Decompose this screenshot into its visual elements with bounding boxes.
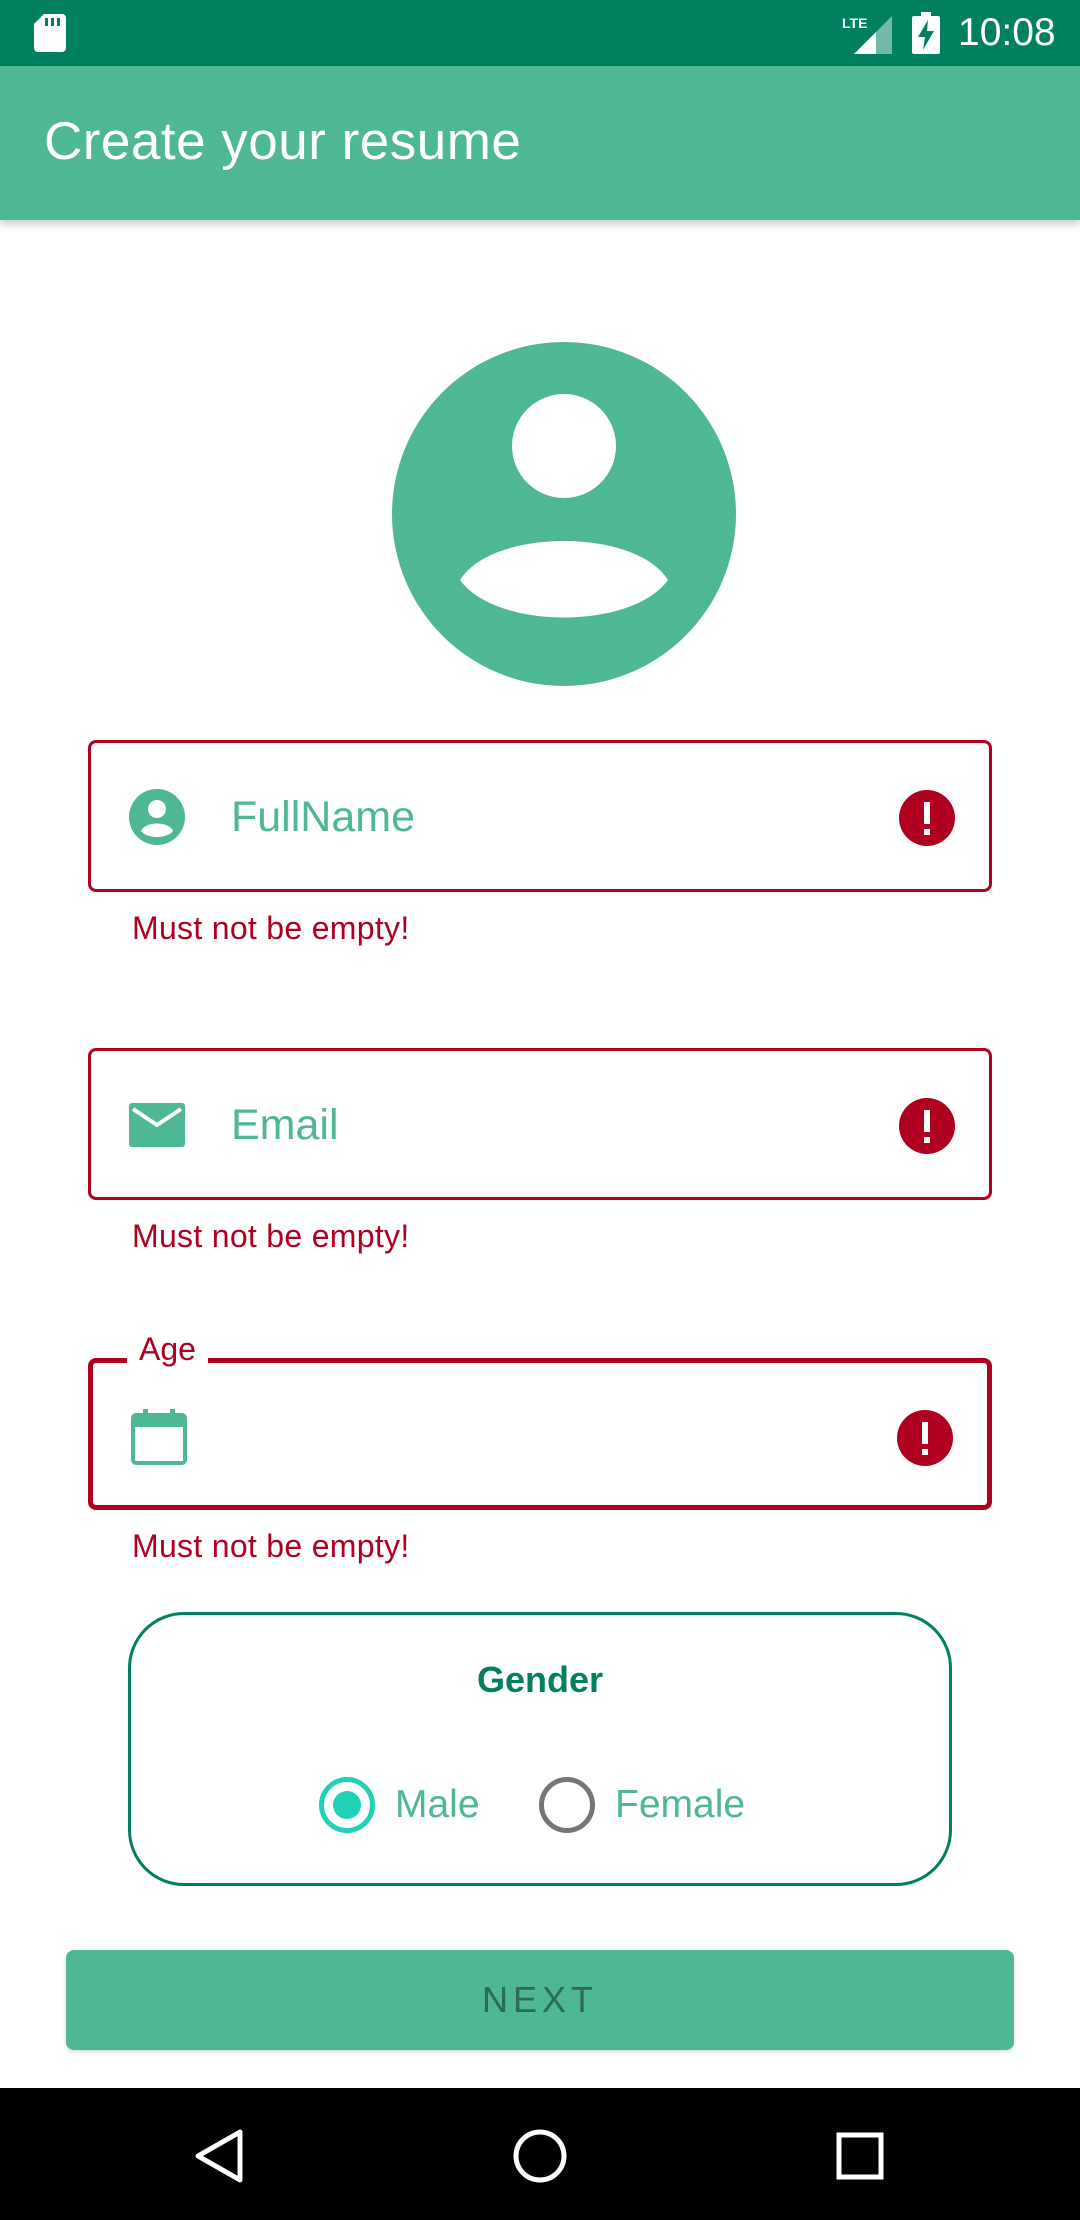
recents-icon[interactable] xyxy=(830,2126,890,2186)
home-icon[interactable] xyxy=(510,2126,570,2186)
sd-card-icon xyxy=(34,14,66,52)
navigation-bar xyxy=(0,2088,1080,2220)
battery-charging-icon xyxy=(912,12,940,54)
fullname-field[interactable]: FullName xyxy=(88,740,992,892)
email-error-text: Must not be empty! xyxy=(132,1218,410,1254)
mail-icon xyxy=(129,1103,185,1147)
radio-female-label: Female xyxy=(615,1783,746,1826)
status-time: 10:08 xyxy=(958,11,1056,54)
age-error-text: Must not be empty! xyxy=(132,1528,410,1564)
page-title: Create your resume xyxy=(44,112,522,171)
radio-female[interactable]: Female xyxy=(539,1775,745,1835)
cell-signal-icon: LTE xyxy=(842,15,892,54)
radio-male[interactable]: Male xyxy=(319,1775,480,1835)
status-bar: LTE 10:08 xyxy=(0,0,1080,66)
calendar-icon xyxy=(131,1409,187,1465)
app-bar: Create your resume xyxy=(0,66,1080,220)
email-field[interactable]: Email xyxy=(88,1048,992,1200)
error-icon xyxy=(899,1098,955,1154)
radio-button-unchecked-icon xyxy=(539,1777,595,1833)
next-button[interactable]: NEXT xyxy=(66,1950,1014,2050)
age-field[interactable]: Age xyxy=(88,1329,992,1510)
fullname-error-text: Must not be empty! xyxy=(132,910,410,946)
radio-male-label: Male xyxy=(395,1783,480,1826)
gender-card: Gender Male Female xyxy=(128,1612,952,1886)
age-label: Age xyxy=(127,1329,208,1369)
radio-button-checked-icon xyxy=(319,1777,375,1833)
gender-title: Gender xyxy=(476,1659,604,1700)
svg-text:LTE: LTE xyxy=(842,15,867,31)
error-icon xyxy=(899,790,955,846)
account-circle-icon[interactable] xyxy=(392,342,736,686)
fullname-placeholder: FullName xyxy=(231,793,415,841)
person-icon xyxy=(129,789,185,845)
email-placeholder: Email xyxy=(231,1101,339,1149)
back-icon[interactable] xyxy=(190,2126,250,2186)
error-icon xyxy=(897,1410,953,1466)
